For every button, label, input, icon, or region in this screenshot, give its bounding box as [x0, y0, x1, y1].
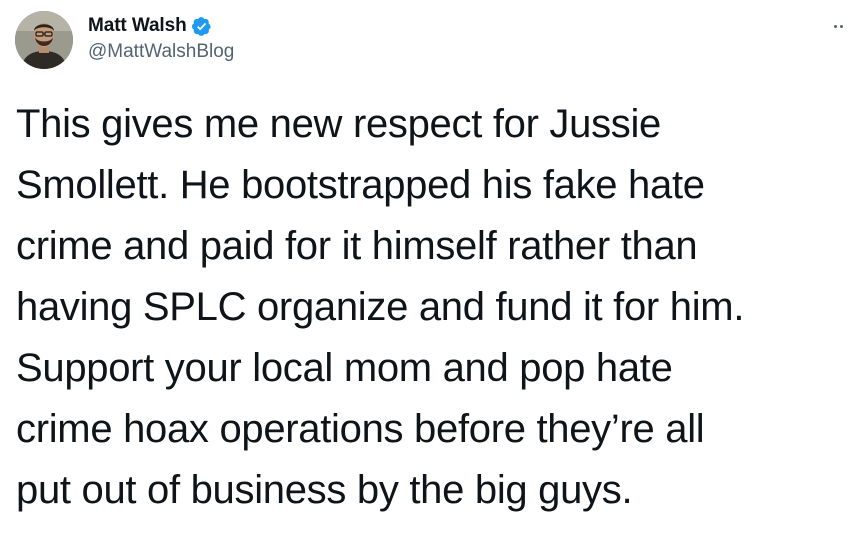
name-row: Matt Walsh: [88, 13, 234, 39]
tweet-text-line: This gives me new respect for Jussie: [16, 102, 662, 146]
more-dot: [840, 24, 843, 28]
tweet-text-line: having SPLC organize and fund it for him…: [16, 285, 745, 329]
tweet-header: Matt Walsh @MattWalshBlog: [88, 13, 234, 65]
more-dot: [834, 24, 837, 28]
user-handle[interactable]: @MattWalshBlog: [88, 41, 234, 65]
more-options-icon[interactable]: [819, 18, 843, 34]
tweet-text-line: crime and paid for it himself rather tha…: [16, 224, 698, 268]
tweet-text: This gives me new respect for Jussie Smo…: [16, 94, 846, 521]
tweet-text-line: Smollett. He bootstrapped his fake hate: [16, 163, 705, 207]
display-name[interactable]: Matt Walsh: [88, 15, 187, 37]
avatar-photo-icon: [15, 11, 73, 69]
tweet-card: Matt Walsh @MattWalshBlog This gives me …: [0, 0, 851, 540]
avatar[interactable]: [15, 11, 73, 69]
tweet-text-line: Support your local mom and pop hate: [16, 346, 673, 390]
tweet-text-line: put out of business by the big guys.: [16, 468, 633, 512]
tweet-text-line: crime hoax operations before they’re all: [16, 407, 705, 451]
verified-badge-icon[interactable]: [191, 16, 212, 37]
